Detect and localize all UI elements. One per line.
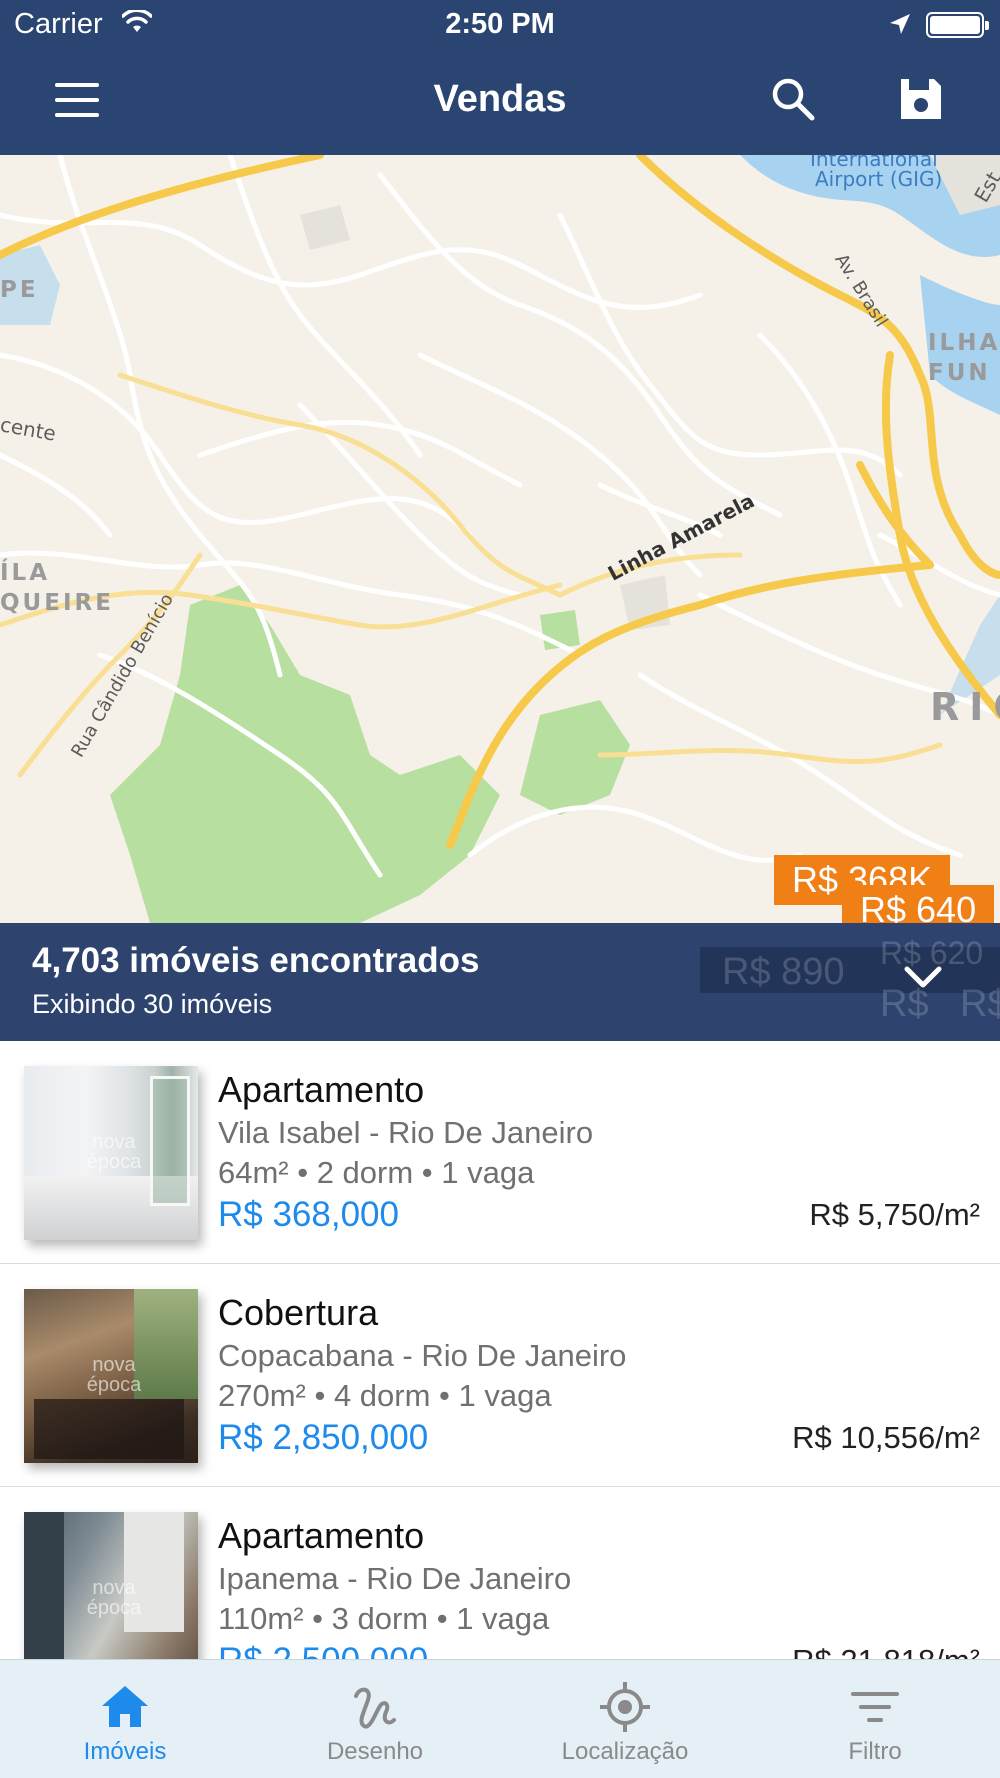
ghost-price-pin: R$ (960, 983, 1000, 1025)
map-label-vila: ÍLA (0, 560, 51, 586)
listing-photo: nova época (24, 1289, 198, 1463)
tab-label: Desenho (326, 1738, 424, 1765)
tab-filtro[interactable]: Filtro (750, 1660, 1000, 1778)
location-target-icon (600, 1682, 650, 1732)
listing-item[interactable]: nova época Apartamento Ipanema - Rio De … (0, 1487, 1000, 1659)
map-price-pin[interactable]: R$ 640 (842, 885, 995, 923)
search-icon[interactable] (770, 76, 816, 127)
results-summary: R$ 890 R$ 620 R$ R$ 4,703 imóveis encont… (0, 923, 1000, 1041)
listing-location: Vila Isabel - Rio De Janeiro (218, 1115, 594, 1150)
tab-imoveis[interactable]: Imóveis (0, 1660, 250, 1778)
listing-price: R$ 2,500,000 (218, 1641, 428, 1659)
status-bar: Carrier 2:50 PM (0, 0, 1000, 50)
tab-bar: Imóveis Desenho Localização Filtro (0, 1659, 1000, 1778)
listing-item[interactable]: nova época Apartamento Vila Isabel - Rio… (0, 1041, 1000, 1264)
listing-location: Copacabana - Rio De Janeiro (218, 1338, 627, 1373)
top-bar: Carrier 2:50 PM Vendas (0, 0, 1000, 155)
save-icon[interactable] (898, 76, 944, 127)
listing-type: Cobertura (218, 1292, 379, 1333)
listing-location: Ipanema - Rio De Janeiro (218, 1561, 572, 1596)
map-view[interactable]: International Airport (GIG) Est Av. Bras… (0, 155, 1000, 923)
chevron-down-icon[interactable] (903, 963, 943, 996)
listing-list[interactable]: nova época Apartamento Vila Isabel - Rio… (0, 1041, 1000, 1659)
listing-photo: nova época (24, 1066, 198, 1240)
listing-specs: 64m² • 2 dorm • 1 vaga (218, 1155, 535, 1190)
filter-icon (850, 1682, 900, 1732)
map-label-ilha: ILHA (928, 330, 1000, 356)
listing-specs: 110m² • 3 dorm • 1 vaga (218, 1601, 550, 1636)
listing-type: Apartamento (218, 1515, 425, 1556)
map-label-fun: FUN (928, 360, 991, 386)
tab-label: Imóveis (83, 1738, 167, 1765)
listing-item[interactable]: nova época Cobertura Copacabana - Rio De… (0, 1264, 1000, 1487)
map-label-airport-2: Airport (GIG) (815, 167, 943, 191)
tab-localizacao[interactable]: Localização (500, 1660, 750, 1778)
listing-price-per-m2: R$ 5,750/m² (809, 1197, 980, 1232)
map-label-rio: RIO (930, 685, 1000, 729)
tab-label: Filtro (848, 1738, 902, 1765)
results-count: 4,703 imóveis encontrados (32, 941, 480, 980)
tab-desenho[interactable]: Desenho (250, 1660, 500, 1778)
tab-label: Localização (561, 1738, 689, 1765)
listing-price-per-m2: R$ 21,818/m² (792, 1643, 980, 1659)
map-label-pe: PE (0, 277, 39, 303)
results-showing: Exibindo 30 imóveis (32, 989, 273, 1019)
map-label-queire: QUEIRE (0, 590, 114, 616)
battery-icon (926, 12, 989, 38)
status-time: 2:50 PM (445, 8, 555, 40)
draw-scribble-icon (350, 1682, 400, 1732)
page-title: Vendas (433, 78, 567, 120)
home-icon (100, 1682, 150, 1732)
listing-type: Apartamento (218, 1069, 425, 1110)
listing-price-per-m2: R$ 10,556/m² (792, 1420, 980, 1455)
listing-watermark: nova época (86, 1354, 142, 1396)
ghost-price-pin: R$ 890 (722, 951, 845, 993)
listing-specs: 270m² • 4 dorm • 1 vaga (218, 1378, 552, 1413)
listing-photo: nova época (24, 1512, 198, 1659)
nav-bar: Vendas (0, 50, 1000, 155)
listing-price: R$ 2,850,000 (218, 1418, 429, 1457)
listing-watermark: nova época (86, 1131, 142, 1173)
listing-watermark: nova época (86, 1577, 142, 1619)
listing-price: R$ 368,000 (218, 1195, 399, 1234)
location-arrow-icon (888, 12, 912, 41)
